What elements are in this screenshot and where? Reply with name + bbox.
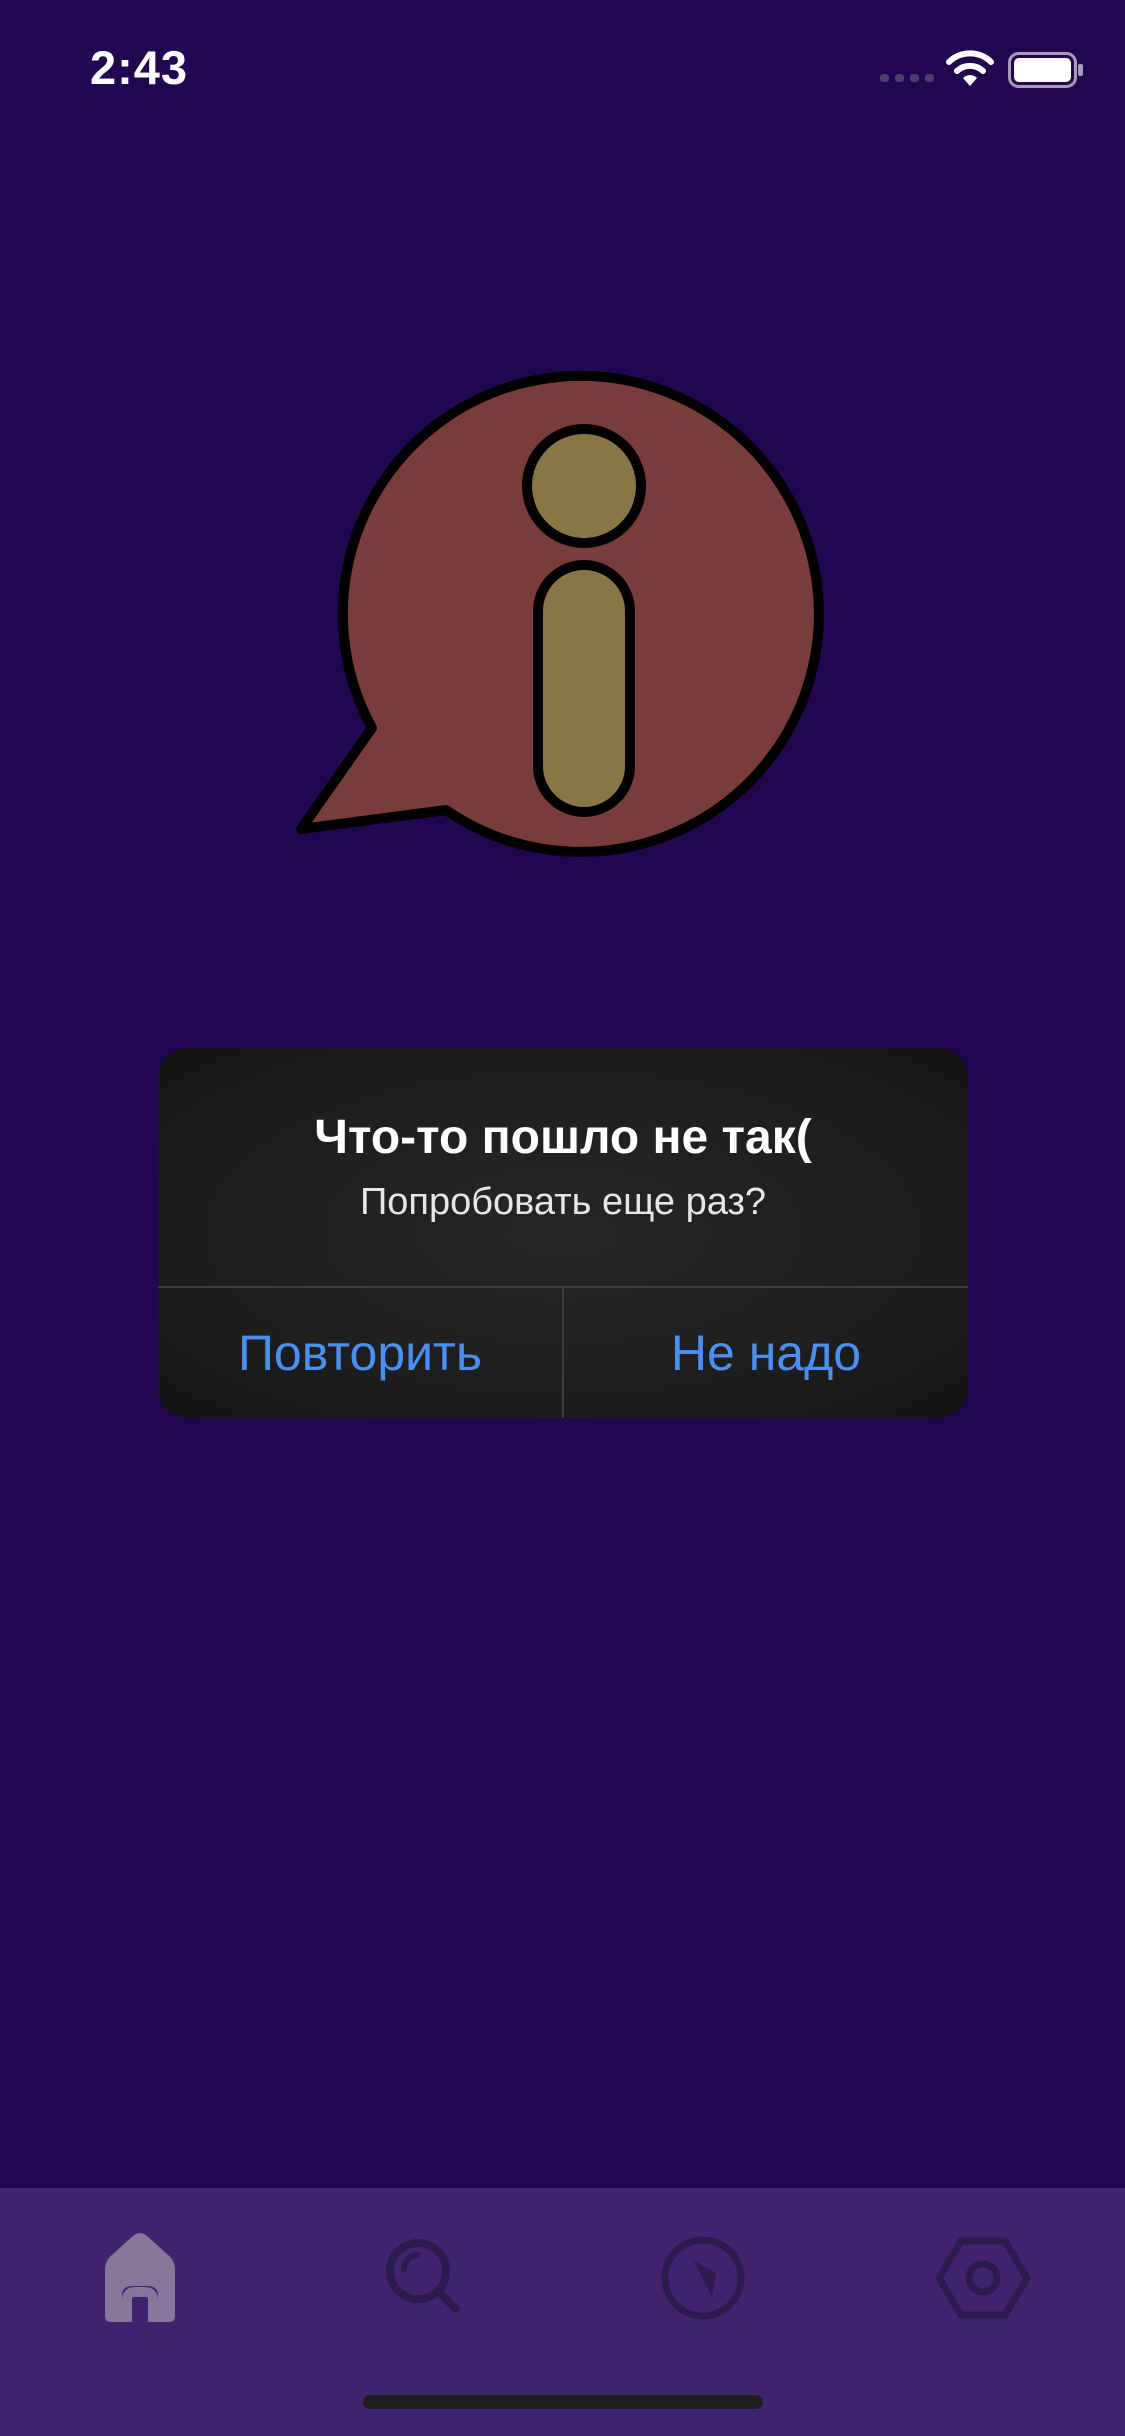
signal-icon [880, 74, 934, 82]
home-indicator[interactable] [363, 2395, 763, 2409]
alert-dialog: Что-то пошло не так( Попробовать еще раз… [158, 1048, 968, 1418]
home-icon [105, 2233, 175, 2322]
status-time: 2:43 [90, 41, 189, 94]
tab-explore[interactable] [633, 2208, 773, 2348]
battery-icon [1008, 52, 1083, 88]
search-icon [386, 2239, 460, 2313]
app-screen: 2:43 Что-то пошло не так( Попробовать ещ… [0, 0, 1125, 2436]
wifi-icon [946, 50, 994, 86]
alert-message: Попробовать еще раз? [359, 1181, 767, 1223]
dismiss-button[interactable]: Не надо [564, 1288, 968, 1418]
info-speech-bubble-icon [296, 370, 824, 857]
settings-hexagon-icon [935, 2237, 1031, 2319]
tab-settings[interactable] [913, 2208, 1053, 2348]
compass-icon [661, 2236, 745, 2320]
tab-home[interactable] [70, 2208, 210, 2348]
retry-button[interactable]: Повторить [158, 1288, 562, 1418]
alert-title: Что-то пошло не так( [314, 1111, 812, 1164]
tab-search[interactable] [355, 2208, 495, 2348]
